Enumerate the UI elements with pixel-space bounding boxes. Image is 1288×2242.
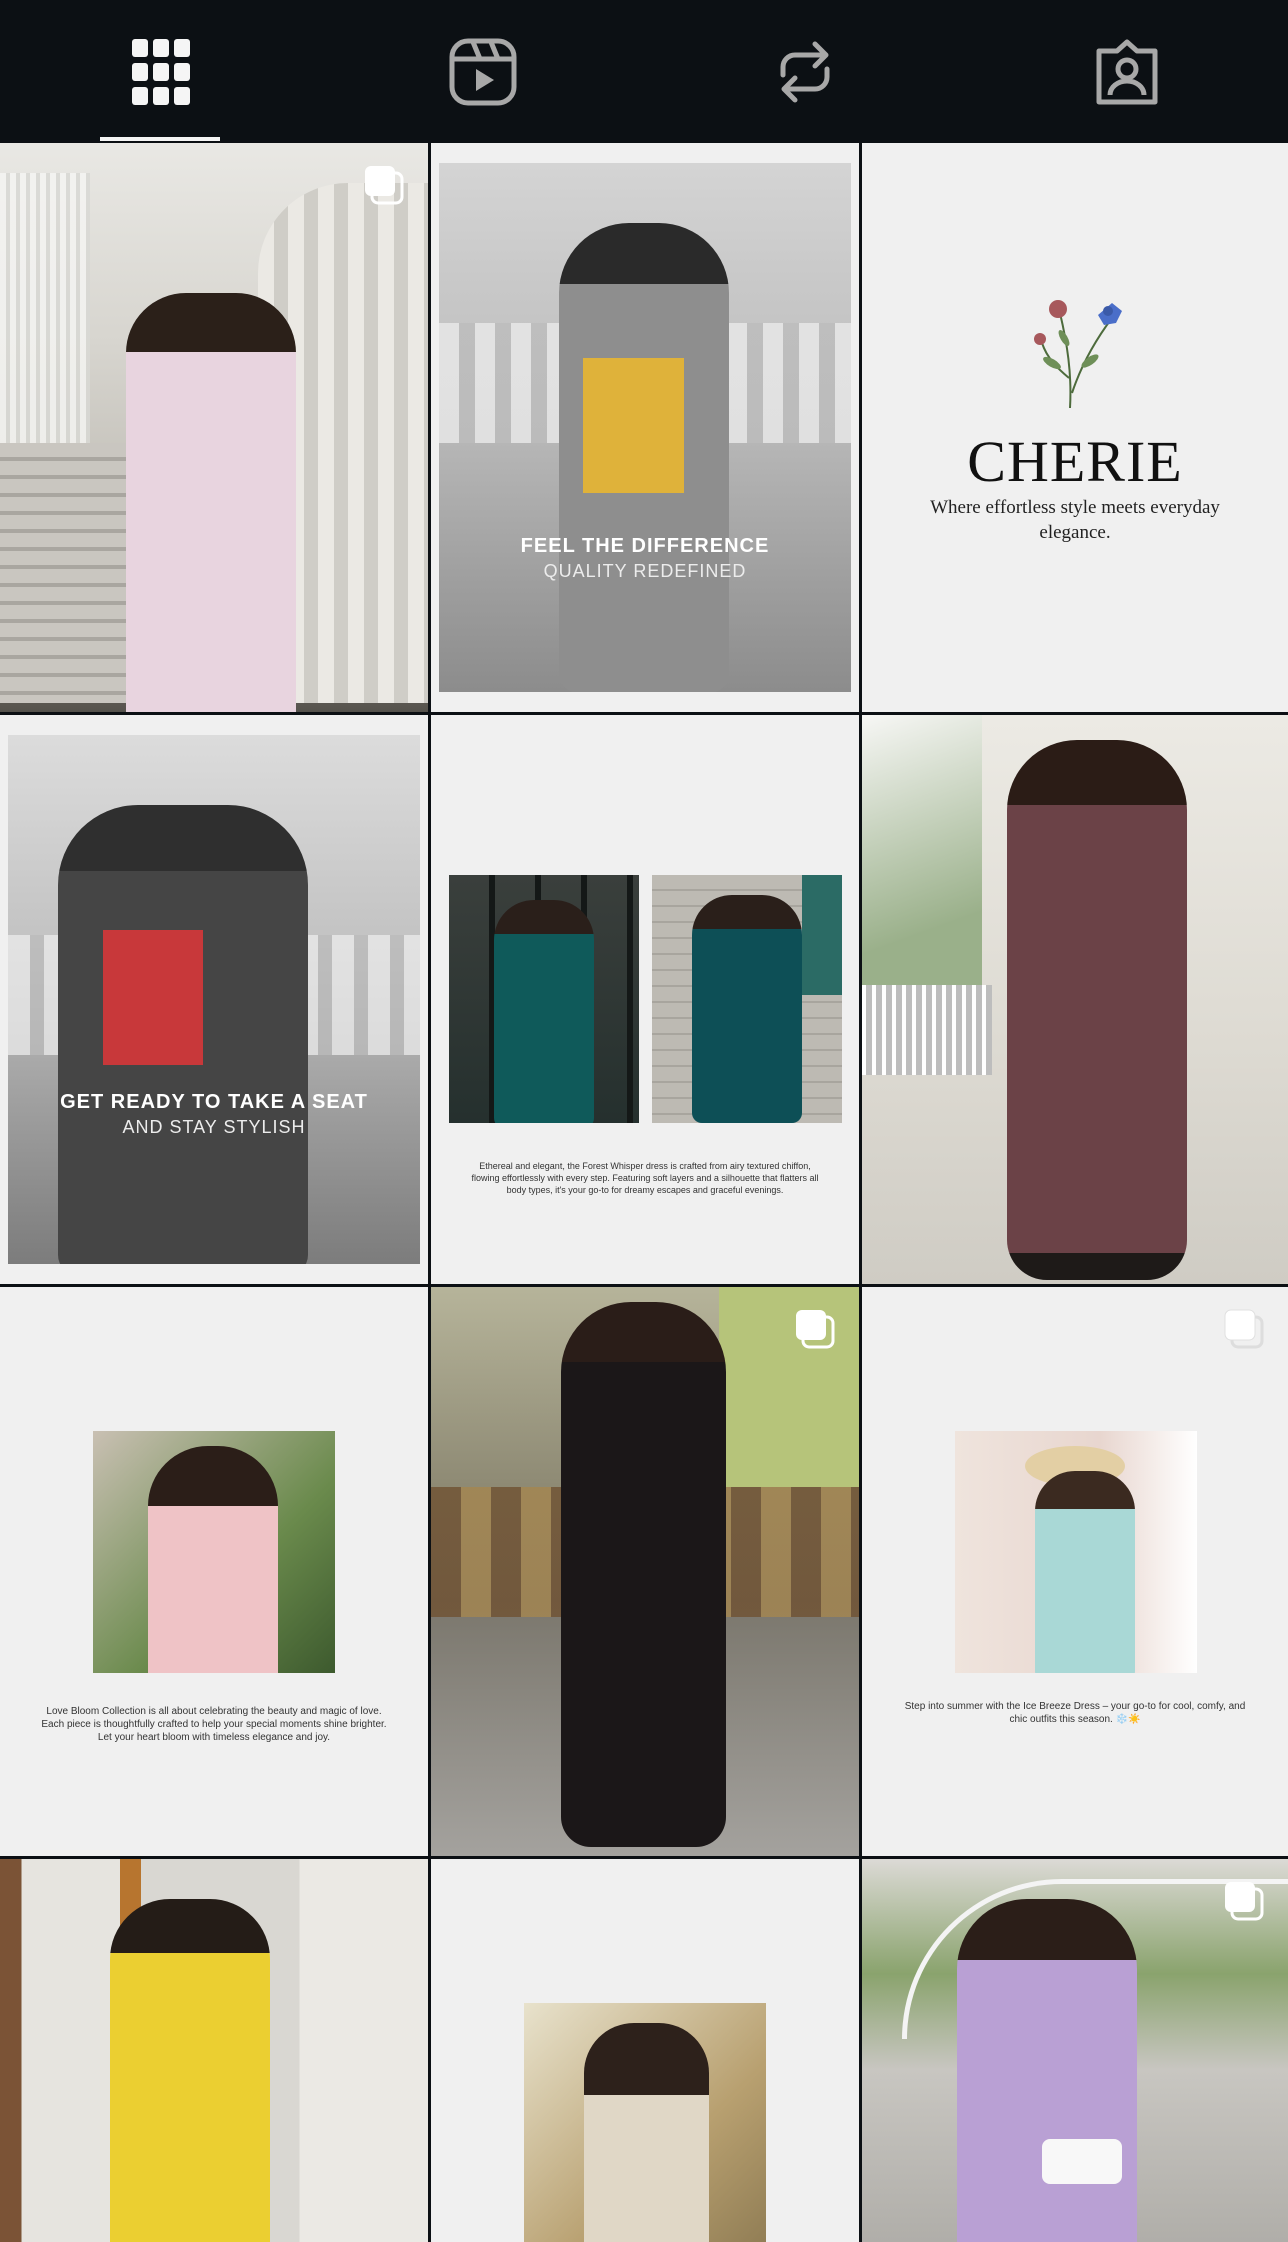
carousel-icon [1224,1309,1264,1349]
post-tile-2[interactable]: FEEL THE DIFFERENCE QUALITY REDEFINED [431,143,859,712]
carousel-icon [365,166,404,205]
post-photo: GET READY TO TAKE A SEAT AND STAY STYLIS… [8,735,420,1264]
post-photo [93,1431,335,1673]
promo-title: FEEL THE DIFFERENCE [520,535,770,557]
active-tab-indicator [100,137,220,141]
posts-grid: FEEL THE DIFFERENCE QUALITY REDEFINED CH… [0,143,1288,2242]
promo-title: GET READY TO TAKE A SEAT [60,1091,368,1113]
reels-icon [449,38,517,105]
post-tile-1[interactable] [0,143,428,712]
post-photo: FEEL THE DIFFERENCE QUALITY REDEFINED [439,163,851,692]
post-caption: Step into summer with the Ice Breeze Dre… [904,1701,1246,1725]
post-photo [524,2003,766,2242]
tagged-user-icon [1096,39,1158,104]
post-photo [431,1287,859,1856]
promo-subtitle: QUALITY REDEFINED [543,561,747,581]
post-tile-10[interactable] [0,1859,428,2242]
tab-reels[interactable] [322,0,644,143]
grid-icon [132,38,190,105]
tab-tagged[interactable] [966,0,1288,143]
brand-name: CHERIE [967,429,1183,494]
post-tile-12[interactable] [862,1859,1288,2242]
carousel-icon [1225,1882,1264,1921]
post-tile-3[interactable]: CHERIE Where effortless style meets ever… [862,143,1288,712]
post-photo-right [652,875,842,1123]
post-tile-7[interactable]: Love Bloom Collection is all about celeb… [0,1287,428,1856]
profile-tab-bar [0,0,1288,143]
post-tile-9[interactable]: Step into summer with the Ice Breeze Dre… [862,1287,1288,1856]
tab-reposts[interactable] [644,0,966,143]
post-caption: Ethereal and elegant, the Forest Whisper… [471,1161,819,1195]
post-photo [955,1431,1197,1673]
post-tile-5[interactable]: Ethereal and elegant, the Forest Whisper… [431,715,859,1284]
flower-illustration [1034,300,1122,409]
post-photo [0,1859,428,2242]
post-photo-left [449,875,639,1123]
post-caption: Love Bloom Collection is all about celeb… [41,1706,387,1743]
promo-subtitle: AND STAY STYLISH [122,1117,306,1137]
post-tile-6[interactable] [862,715,1288,1284]
repost-icon [780,41,830,102]
carousel-icon [796,1310,835,1349]
post-photo [0,143,428,712]
post-tile-11[interactable] [431,1859,859,2242]
post-photo [862,715,1288,1284]
post-tile-8[interactable] [431,1287,859,1856]
brand-tagline: Where effortless style meets everyday el… [930,497,1220,543]
tab-grid[interactable] [0,0,322,143]
post-tile-4[interactable]: GET READY TO TAKE A SEAT AND STAY STYLIS… [0,715,428,1284]
